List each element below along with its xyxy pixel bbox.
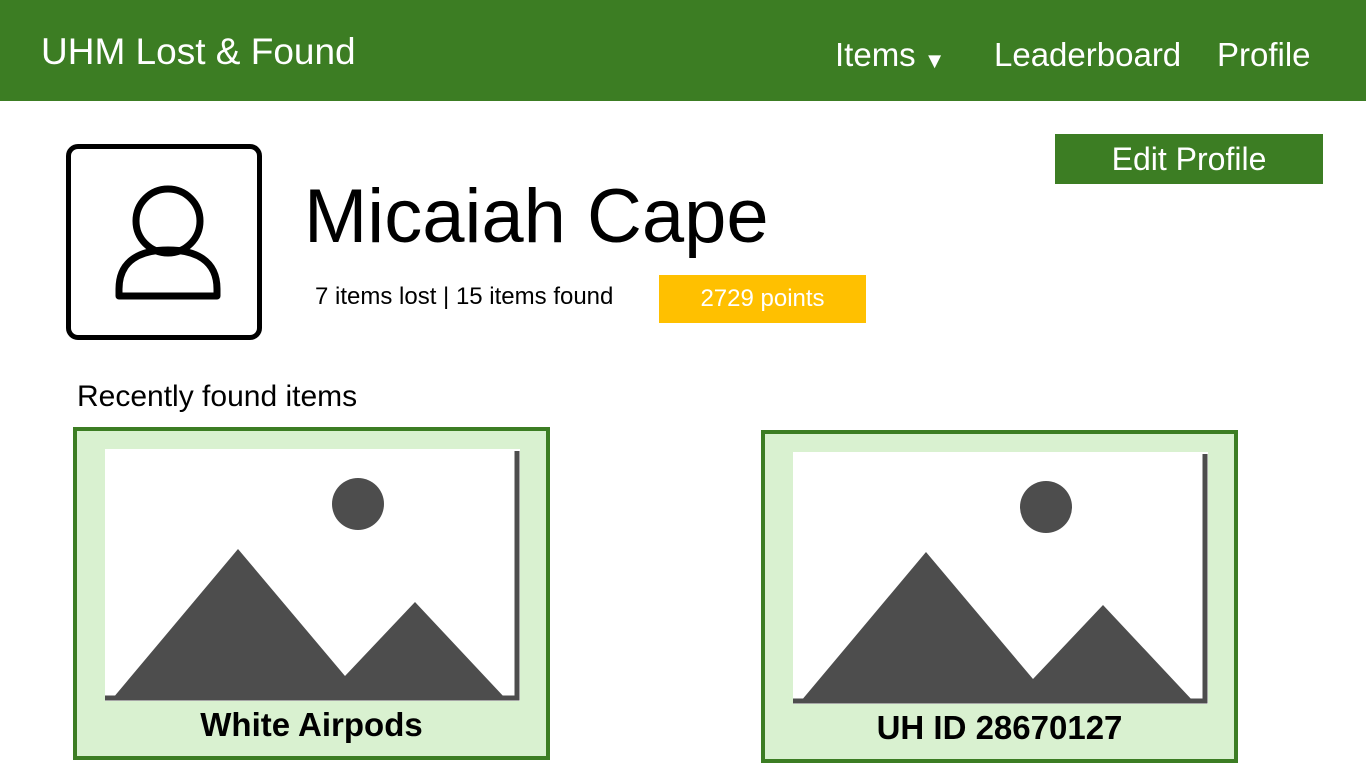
found-item-card[interactable]: UH ID 28670127	[761, 430, 1238, 763]
top-navbar: UHM Lost & Found Items ▼ Leaderboard Prof…	[0, 0, 1366, 101]
user-icon	[115, 185, 221, 300]
nav-profile-link[interactable]: Profile	[1217, 34, 1311, 76]
profile-name: Micaiah Cape	[304, 174, 769, 259]
profile-stats: 7 items lost | 15 items found	[315, 283, 614, 310]
edit-profile-button[interactable]: Edit Profile	[1055, 134, 1323, 184]
nav-items-dropdown[interactable]: Items ▼	[835, 34, 945, 80]
nav-leaderboard-link[interactable]: Leaderboard	[994, 34, 1181, 76]
chevron-down-icon: ▼	[923, 48, 946, 73]
found-item-label: White Airpods	[200, 706, 423, 743]
image-placeholder-icon	[793, 452, 1208, 704]
brand-title[interactable]: UHM Lost & Found	[41, 30, 356, 74]
points-badge: 2729 points	[659, 275, 866, 323]
recently-found-title: Recently found items	[77, 380, 358, 413]
found-item-card[interactable]: White Airpods	[73, 427, 550, 760]
nav-items-label: Items	[835, 36, 916, 73]
avatar	[66, 144, 262, 340]
found-item-label: UH ID 28670127	[876, 709, 1123, 746]
image-placeholder-icon	[105, 449, 520, 701]
